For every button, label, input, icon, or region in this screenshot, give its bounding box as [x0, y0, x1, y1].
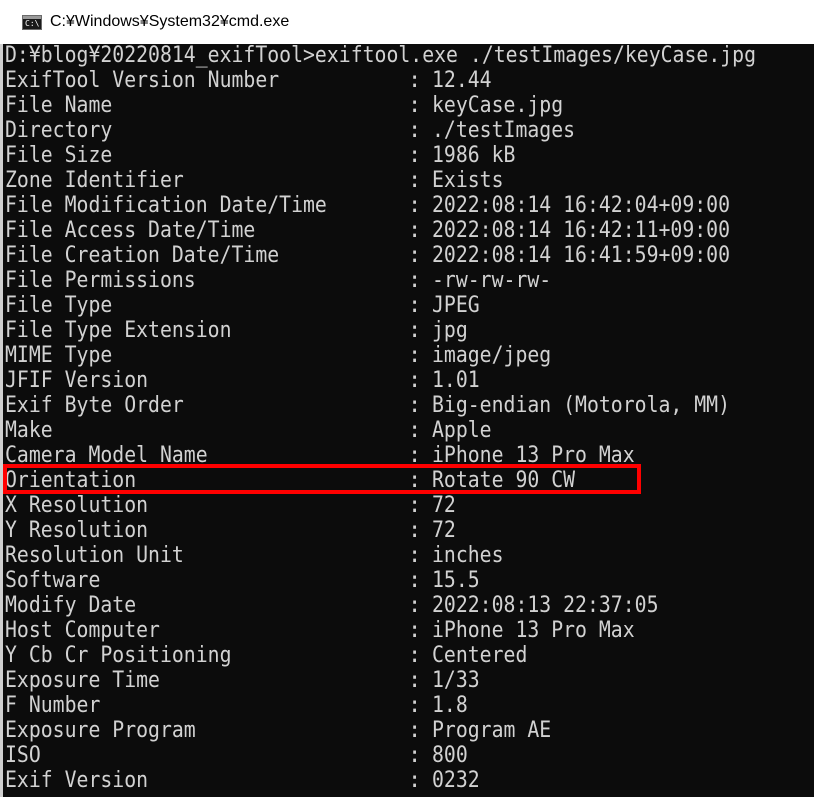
- cmd-icon: C:\: [22, 14, 42, 30]
- row-tag-name: File Type Extension: [5, 318, 232, 343]
- row-tag-name: File Access Date/Time: [5, 218, 256, 243]
- row-separator: :: [408, 68, 422, 93]
- row-value: 800: [432, 743, 468, 768]
- row-value: Exists: [432, 168, 504, 193]
- row-tag-name: Orientation: [5, 468, 137, 493]
- row-value: 72: [432, 518, 456, 543]
- row-value: Big-endian (Motorola, MM): [432, 393, 731, 418]
- cmd-icon-glyph: C:\: [25, 18, 40, 28]
- row-tag-name: ISO: [5, 743, 41, 768]
- row-value: Apple: [432, 418, 492, 443]
- row-separator: :: [408, 518, 422, 543]
- row-separator: :: [408, 593, 422, 618]
- row-separator: :: [408, 443, 422, 468]
- row-tag-name: ExifTool Version Number: [5, 68, 280, 93]
- cmd-window: C:\ C:¥Windows¥System32¥cmd.exe D:¥blog¥…: [0, 0, 814, 797]
- row-tag-name: X Resolution: [5, 493, 149, 518]
- row-tag-name: Resolution Unit: [5, 543, 184, 568]
- command-prompt-line: D:¥blog¥20220814_exifTool>exiftool.exe .…: [5, 44, 757, 68]
- row-separator: :: [408, 368, 422, 393]
- row-separator: :: [408, 718, 422, 743]
- row-separator: :: [408, 393, 422, 418]
- row-tag-name: Exposure Time: [5, 668, 160, 693]
- row-tag-name: Software: [5, 568, 101, 593]
- row-value: -rw-rw-rw-: [432, 268, 552, 293]
- row-tag-name: Exif Version: [5, 768, 149, 793]
- row-tag-name: F Number: [5, 693, 101, 718]
- window-title: C:¥Windows¥System32¥cmd.exe: [50, 13, 290, 30]
- row-tag-name: File Type: [5, 293, 113, 318]
- row-value: 2022:08:14 16:41:59+09:00: [432, 243, 731, 268]
- row-value: 2022:08:14 16:42:04+09:00: [432, 193, 731, 218]
- row-separator: :: [408, 143, 422, 168]
- row-tag-name: Exposure Program: [5, 718, 196, 743]
- row-value: 2022:08:13 22:37:05: [432, 593, 659, 618]
- row-separator: :: [408, 193, 422, 218]
- row-tag-name: Host Computer: [5, 618, 160, 643]
- row-separator: :: [408, 318, 422, 343]
- row-value: Rotate 90 CW: [432, 468, 576, 493]
- row-value: image/jpeg: [432, 343, 552, 368]
- row-tag-name: File Name: [5, 93, 113, 118]
- row-value: 15.5: [432, 568, 480, 593]
- row-tag-name: File Creation Date/Time: [5, 243, 280, 268]
- row-separator: :: [408, 768, 422, 793]
- row-value: 2022:08:14 16:42:11+09:00: [432, 218, 731, 243]
- row-value: inches: [432, 543, 504, 568]
- row-tag-name: Make: [5, 418, 53, 443]
- row-value: 72: [432, 493, 456, 518]
- row-separator: :: [408, 418, 422, 443]
- row-value: ./testImages: [432, 118, 576, 143]
- row-value: 1.01: [432, 368, 480, 393]
- row-separator: :: [408, 343, 422, 368]
- row-separator: :: [408, 118, 422, 143]
- row-value: JPEG: [432, 293, 480, 318]
- row-separator: :: [408, 543, 422, 568]
- row-separator: :: [408, 93, 422, 118]
- row-separator: :: [408, 643, 422, 668]
- row-tag-name: File Size: [5, 143, 113, 168]
- row-separator: :: [408, 693, 422, 718]
- row-value: iPhone 13 Pro Max: [432, 443, 635, 468]
- row-value: 1986 kB: [432, 143, 516, 168]
- row-tag-name: File Modification Date/Time: [5, 193, 327, 218]
- row-tag-name: Exif Byte Order: [5, 393, 184, 418]
- row-value: 12.44: [432, 68, 492, 93]
- row-separator: :: [408, 743, 422, 768]
- row-separator: :: [408, 618, 422, 643]
- row-value: jpg: [432, 318, 468, 343]
- row-separator: :: [408, 268, 422, 293]
- row-tag-name: Modify Date: [5, 593, 137, 618]
- row-tag-name: Zone Identifier: [5, 168, 184, 193]
- row-tag-name: Camera Model Name: [5, 443, 208, 468]
- row-tag-name: MIME Type: [5, 343, 113, 368]
- row-value: 1.8: [432, 693, 468, 718]
- row-value: 0232: [432, 768, 480, 793]
- console-output[interactable]: D:¥blog¥20220814_exifTool>exiftool.exe .…: [0, 44, 814, 797]
- row-tag-name: File Permissions: [5, 268, 196, 293]
- title-bar[interactable]: C:\ C:¥Windows¥System32¥cmd.exe: [0, 0, 814, 44]
- row-separator: :: [408, 568, 422, 593]
- row-separator: :: [408, 218, 422, 243]
- row-tag-name: Directory: [5, 118, 113, 143]
- row-separator: :: [408, 468, 422, 493]
- row-value: keyCase.jpg: [432, 93, 564, 118]
- row-separator: :: [408, 493, 422, 518]
- row-value: iPhone 13 Pro Max: [432, 618, 635, 643]
- row-tag-name: JFIF Version: [5, 368, 149, 393]
- row-value: Centered: [432, 643, 528, 668]
- row-separator: :: [408, 293, 422, 318]
- row-value: Program AE: [432, 718, 552, 743]
- row-separator: :: [408, 168, 422, 193]
- row-value: 1/33: [432, 668, 480, 693]
- row-tag-name: Y Cb Cr Positioning: [5, 643, 232, 668]
- row-separator: :: [408, 668, 422, 693]
- row-separator: :: [408, 243, 422, 268]
- row-tag-name: Y Resolution: [5, 518, 149, 543]
